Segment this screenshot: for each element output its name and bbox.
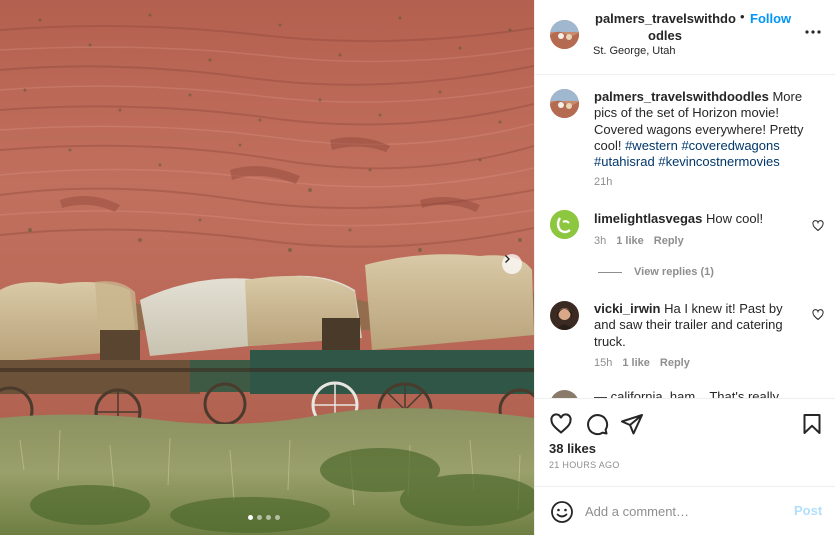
covered-wagons-photo — [0, 0, 534, 535]
carousel-dot — [275, 515, 280, 520]
comment-like-heart-icon[interactable] — [812, 309, 824, 321]
view-replies-label: View replies (1) — [634, 266, 714, 278]
avatar-image — [550, 89, 579, 118]
comment-meta: 3h 1 like Reply — [594, 235, 684, 247]
carousel-indicator — [248, 515, 280, 520]
post-actions: 38 likes 21 HOURS AGO — [535, 398, 835, 486]
view-replies-button[interactable]: View replies (1) — [598, 266, 714, 278]
limelight-logo-icon — [550, 210, 579, 239]
chevron-right-icon — [505, 255, 510, 263]
comment-reply-button[interactable]: Reply — [654, 235, 684, 247]
carousel-dot — [248, 515, 253, 520]
caption-author-avatar[interactable] — [550, 89, 579, 118]
comment-bubble-icon — [587, 414, 609, 436]
like-button[interactable] — [548, 411, 574, 437]
carousel-next-button[interactable] — [502, 254, 522, 274]
post-header: palmers_travelswithdo odles • Follow St.… — [535, 0, 835, 75]
like-count[interactable]: 38 likes — [549, 441, 596, 456]
save-button[interactable] — [799, 411, 825, 437]
hashtag-link[interactable]: #coveredwagons — [681, 138, 779, 153]
comment-text: vicki_irwin Ha I knew it! Past by and sa… — [594, 301, 804, 350]
post-comment-button[interactable]: Post — [794, 503, 822, 518]
hashtag-link[interactable]: #utahisrad — [594, 154, 655, 169]
hashtag-link[interactable]: #kevincostnermovies — [658, 154, 779, 169]
caption-username[interactable]: palmers_travelswithdoodles — [594, 89, 769, 104]
commenter-avatar[interactable] — [550, 301, 579, 330]
more-horizontal-icon — [805, 30, 821, 34]
comment-input[interactable] — [585, 501, 785, 521]
comment-username[interactable]: vicki_irwin — [594, 301, 660, 316]
post-location[interactable]: St. George, Utah — [593, 45, 676, 57]
send-paper-plane-icon — [621, 414, 643, 435]
comment-text: limelightlasvegas How cool! — [594, 211, 804, 227]
author-username[interactable]: palmers_travelswithdo odles — [595, 10, 736, 44]
follow-button[interactable]: Follow — [750, 10, 791, 27]
author-avatar[interactable] — [550, 20, 579, 49]
emoji-icon[interactable] — [550, 500, 574, 524]
author-username-line2: odles — [648, 28, 682, 43]
comment-likes[interactable]: 1 like — [616, 235, 644, 247]
follow-separator: • — [740, 9, 745, 24]
add-comment-bar: Post — [535, 486, 835, 535]
comment-like-heart-icon[interactable] — [812, 220, 824, 232]
avatar-image — [550, 301, 579, 330]
avatar-image — [550, 20, 579, 49]
carousel-dot — [266, 515, 271, 520]
commenter-avatar[interactable] — [550, 210, 579, 239]
replies-divider — [598, 271, 622, 273]
heart-icon — [550, 413, 572, 434]
caption-time[interactable]: 21h — [594, 176, 612, 188]
post-details-panel: palmers_travelswithdo odles • Follow St.… — [534, 0, 835, 535]
comments-list[interactable]: palmers_travelswithdoodles More pics of … — [535, 76, 835, 398]
author-username-line1: palmers_travelswithdo — [595, 11, 736, 26]
post-photo[interactable] — [0, 0, 534, 535]
comment-meta: 15h 1 like Reply — [594, 357, 690, 369]
hashtag-link[interactable]: #western — [625, 138, 678, 153]
comment-body: How cool! — [702, 211, 764, 226]
more-options-button[interactable] — [803, 22, 823, 42]
comment-text-truncated: — california_ham... That's really — [594, 389, 780, 398]
post-timestamp[interactable]: 21 HOURS AGO — [549, 460, 620, 470]
bookmark-icon — [803, 414, 821, 434]
comment-button[interactable] — [584, 411, 610, 437]
caption-text: palmers_travelswithdoodles More pics of … — [594, 89, 809, 170]
comment-time[interactable]: 15h — [594, 357, 612, 369]
comment-reply-button[interactable]: Reply — [660, 357, 690, 369]
carousel-dot — [257, 515, 262, 520]
commenter-avatar[interactable] — [550, 390, 579, 398]
comment-likes[interactable]: 1 like — [622, 357, 650, 369]
comment-time[interactable]: 3h — [594, 235, 606, 247]
share-button[interactable] — [619, 411, 645, 437]
comment-username[interactable]: limelightlasvegas — [594, 211, 702, 226]
